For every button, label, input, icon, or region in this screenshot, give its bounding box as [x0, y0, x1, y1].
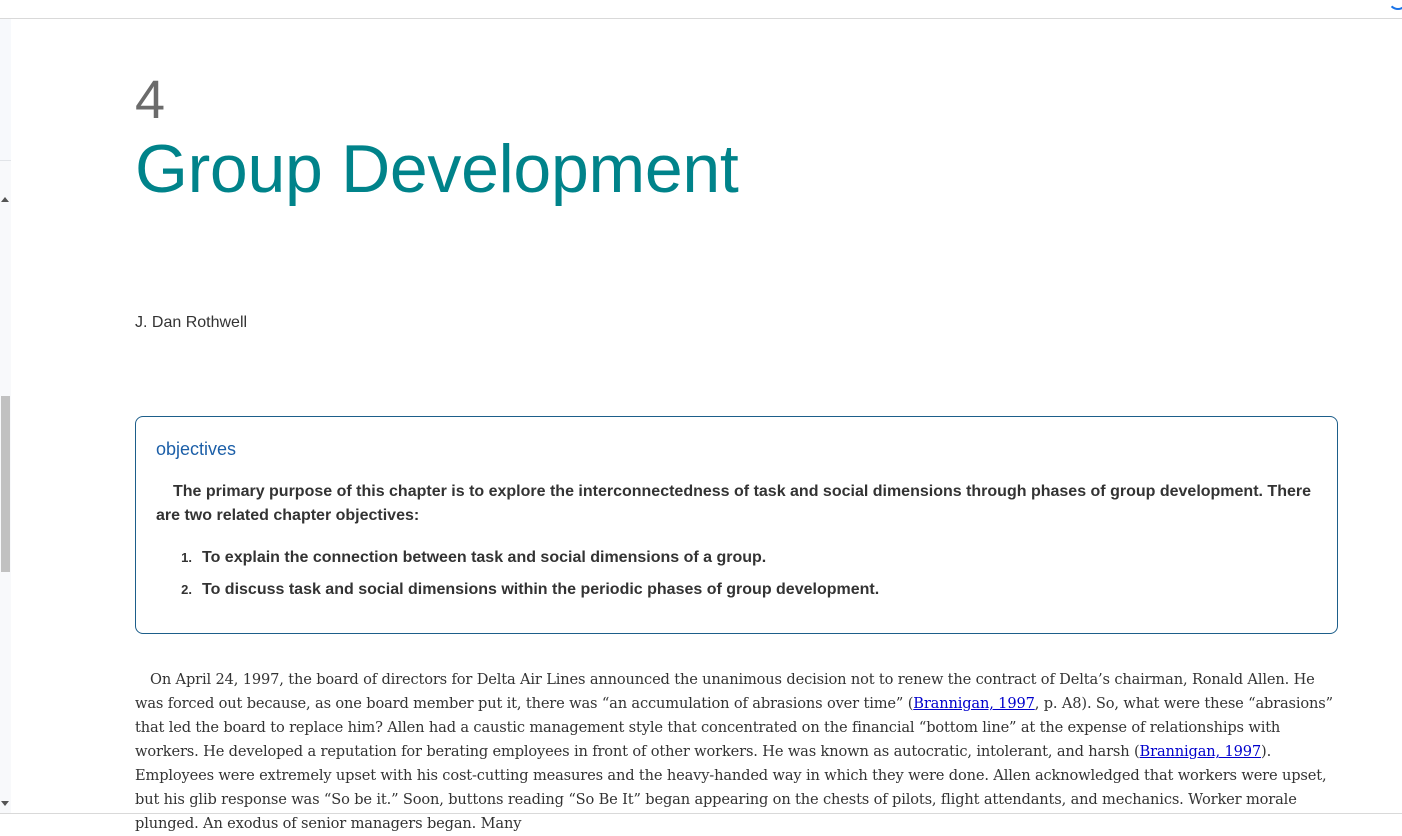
chapter-title: Group Development: [135, 131, 739, 207]
list-item: 1. To explain the connection between tas…: [156, 542, 879, 574]
objectives-box: objectives The primary purpose of this c…: [135, 416, 1338, 634]
browser-top-bar: [0, 0, 1402, 19]
chapter-number: 4: [135, 70, 166, 130]
citation-link[interactable]: Brannigan, 1997: [1140, 743, 1262, 760]
list-item-number: 1.: [181, 550, 192, 565]
scroll-up-arrow-icon[interactable]: [1, 197, 9, 202]
chapter-author: J. Dan Rothwell: [135, 314, 248, 331]
body-paragraph: On April 24, 1997, the board of director…: [135, 668, 1340, 836]
objectives-list: 1. To explain the connection between tas…: [156, 542, 879, 606]
objectives-intro: The primary purpose of this chapter is t…: [156, 483, 1311, 524]
list-item: 2. To discuss task and social dimensions…: [156, 574, 879, 606]
loading-indicator-icon: [1388, 0, 1402, 10]
scrollbar-thumb[interactable]: [1, 396, 10, 572]
citation-link[interactable]: Brannigan, 1997: [913, 695, 1035, 712]
sidebar-panel: [0, 19, 11, 161]
list-item-text: To discuss task and social dimensions wi…: [202, 581, 880, 598]
objectives-heading: objectives: [156, 439, 237, 459]
chapter-header: 4 Group Development: [135, 70, 1340, 208]
list-item-text: To explain the connection between task a…: [202, 549, 767, 566]
scroll-down-arrow-icon[interactable]: [1, 801, 9, 806]
list-item-number: 2.: [181, 582, 192, 597]
